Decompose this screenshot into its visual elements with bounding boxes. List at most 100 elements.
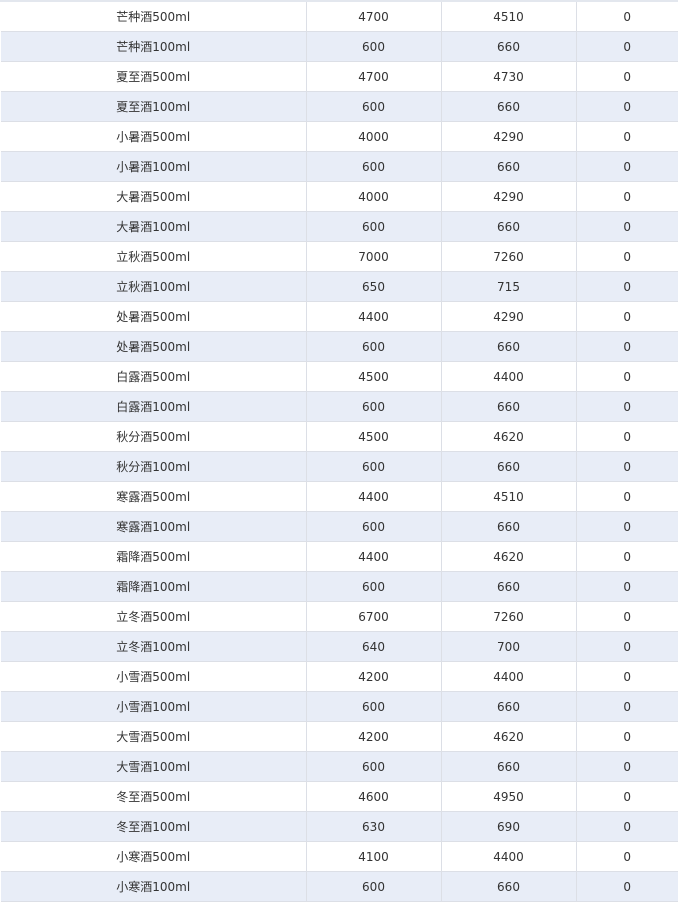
- cell-value-3: 0: [576, 871, 678, 902]
- cell-product-name: 大暑酒500ml: [1, 181, 307, 212]
- table-row[interactable]: 冬至酒100ml 630 690 0: [1, 811, 678, 842]
- cell-value-3: 0: [576, 331, 678, 362]
- cell-product-name: 寒露酒500ml: [1, 481, 307, 512]
- cell-value-2: 660: [441, 511, 577, 542]
- cell-product-name: 处暑酒500ml: [1, 301, 307, 332]
- cell-product-name: 冬至酒500ml: [1, 781, 307, 812]
- cell-value-3: 0: [576, 241, 678, 272]
- cell-value-1: 600: [306, 451, 442, 482]
- table-row[interactable]: 秋分酒100ml 600 660 0: [1, 451, 678, 482]
- table-row[interactable]: 夏至酒100ml 600 660 0: [1, 91, 678, 122]
- cell-value-2: 7260: [441, 241, 577, 272]
- table-row[interactable]: 大雪酒100ml 600 660 0: [1, 751, 678, 782]
- cell-product-name: 处暑酒500ml: [1, 331, 307, 362]
- cell-value-1: 4500: [306, 421, 442, 452]
- cell-value-3: 0: [576, 121, 678, 152]
- table-row[interactable]: 立秋酒500ml 7000 7260 0: [1, 241, 678, 272]
- cell-value-1: 7000: [306, 241, 442, 272]
- cell-value-3: 0: [576, 451, 678, 482]
- table-row[interactable]: 白露酒500ml 4500 4400 0: [1, 361, 678, 392]
- cell-value-1: 4000: [306, 121, 442, 152]
- table-row[interactable]: 秋分酒500ml 4500 4620 0: [1, 421, 678, 452]
- table-row[interactable]: 小寒酒500ml 4100 4400 0: [1, 841, 678, 872]
- table-row[interactable]: 立秋酒100ml 650 715 0: [1, 271, 678, 302]
- cell-product-name: 秋分酒500ml: [1, 421, 307, 452]
- cell-value-3: 0: [576, 151, 678, 182]
- cell-value-1: 600: [306, 331, 442, 362]
- cell-value-1: 600: [306, 571, 442, 602]
- cell-value-2: 660: [441, 151, 577, 182]
- cell-product-name: 立冬酒100ml: [1, 631, 307, 662]
- table-row[interactable]: 寒露酒500ml 4400 4510 0: [1, 481, 678, 512]
- cell-value-3: 0: [576, 841, 678, 872]
- cell-value-2: 690: [441, 811, 577, 842]
- table-row[interactable]: 处暑酒500ml 4400 4290 0: [1, 301, 678, 332]
- cell-value-1: 4400: [306, 541, 442, 572]
- cell-value-3: 0: [576, 511, 678, 542]
- cell-value-1: 4000: [306, 181, 442, 212]
- cell-product-name: 小暑酒100ml: [1, 151, 307, 182]
- table-row[interactable]: 大暑酒500ml 4000 4290 0: [1, 181, 678, 212]
- cell-product-name: 冬至酒100ml: [1, 811, 307, 842]
- cell-product-name: 夏至酒100ml: [1, 91, 307, 122]
- cell-value-3: 0: [576, 721, 678, 752]
- table-row[interactable]: 小雪酒500ml 4200 4400 0: [1, 661, 678, 692]
- table-row[interactable]: 霜降酒100ml 600 660 0: [1, 571, 678, 602]
- cell-value-3: 0: [576, 631, 678, 662]
- cell-value-1: 4200: [306, 661, 442, 692]
- cell-value-3: 0: [576, 2, 678, 32]
- table-row[interactable]: 冬至酒500ml 4600 4950 0: [1, 781, 678, 812]
- cell-value-3: 0: [576, 541, 678, 572]
- table-row[interactable]: 白露酒100ml 600 660 0: [1, 391, 678, 422]
- table-row[interactable]: 夏至酒500ml 4700 4730 0: [1, 61, 678, 92]
- cell-product-name: 大雪酒500ml: [1, 721, 307, 752]
- cell-value-1: 4600: [306, 781, 442, 812]
- cell-value-3: 0: [576, 391, 678, 422]
- cell-value-2: 4290: [441, 301, 577, 332]
- cell-value-2: 660: [441, 751, 577, 782]
- table-row[interactable]: 大雪酒500ml 4200 4620 0: [1, 721, 678, 752]
- table-row[interactable]: 小暑酒500ml 4000 4290 0: [1, 121, 678, 152]
- cell-product-name: 白露酒500ml: [1, 361, 307, 392]
- cell-value-2: 4290: [441, 181, 577, 212]
- cell-value-3: 0: [576, 421, 678, 452]
- cell-product-name: 立冬酒500ml: [1, 601, 307, 632]
- cell-value-2: 660: [441, 391, 577, 422]
- cell-product-name: 夏至酒500ml: [1, 61, 307, 92]
- table-row[interactable]: 芒种酒100ml 600 660 0: [1, 31, 678, 62]
- cell-value-2: 715: [441, 271, 577, 302]
- table-row[interactable]: 处暑酒500ml 600 660 0: [1, 331, 678, 362]
- cell-value-1: 600: [306, 691, 442, 722]
- cell-value-1: 4200: [306, 721, 442, 752]
- cell-value-2: 4620: [441, 721, 577, 752]
- cell-value-2: 660: [441, 31, 577, 62]
- table-row[interactable]: 小暑酒100ml 600 660 0: [1, 151, 678, 182]
- table-row[interactable]: 立冬酒100ml 640 700 0: [1, 631, 678, 662]
- cell-value-2: 4400: [441, 841, 577, 872]
- cell-value-3: 0: [576, 481, 678, 512]
- cell-value-1: 600: [306, 31, 442, 62]
- cell-value-1: 600: [306, 211, 442, 242]
- table-row[interactable]: 寒露酒100ml 600 660 0: [1, 511, 678, 542]
- cell-value-1: 630: [306, 811, 442, 842]
- cell-product-name: 大暑酒100ml: [1, 211, 307, 242]
- cell-value-3: 0: [576, 571, 678, 602]
- table-row[interactable]: 小寒酒100ml 600 660 0: [1, 871, 678, 902]
- cell-value-3: 0: [576, 601, 678, 632]
- cell-value-1: 600: [306, 751, 442, 782]
- cell-product-name: 小寒酒500ml: [1, 841, 307, 872]
- cell-value-1: 4500: [306, 361, 442, 392]
- cell-value-2: 4400: [441, 361, 577, 392]
- cell-value-2: 4510: [441, 2, 577, 32]
- cell-value-3: 0: [576, 781, 678, 812]
- table-row[interactable]: 芒种酒500ml 4700 4510 0: [1, 2, 678, 32]
- cell-product-name: 大雪酒100ml: [1, 751, 307, 782]
- table-row[interactable]: 霜降酒500ml 4400 4620 0: [1, 541, 678, 572]
- cell-product-name: 芒种酒100ml: [1, 31, 307, 62]
- table-row[interactable]: 立冬酒500ml 6700 7260 0: [1, 601, 678, 632]
- table-row[interactable]: 大暑酒100ml 600 660 0: [1, 211, 678, 242]
- cell-value-2: 660: [441, 211, 577, 242]
- cell-value-2: 660: [441, 871, 577, 902]
- table-row[interactable]: 小雪酒100ml 600 660 0: [1, 691, 678, 722]
- cell-value-3: 0: [576, 661, 678, 692]
